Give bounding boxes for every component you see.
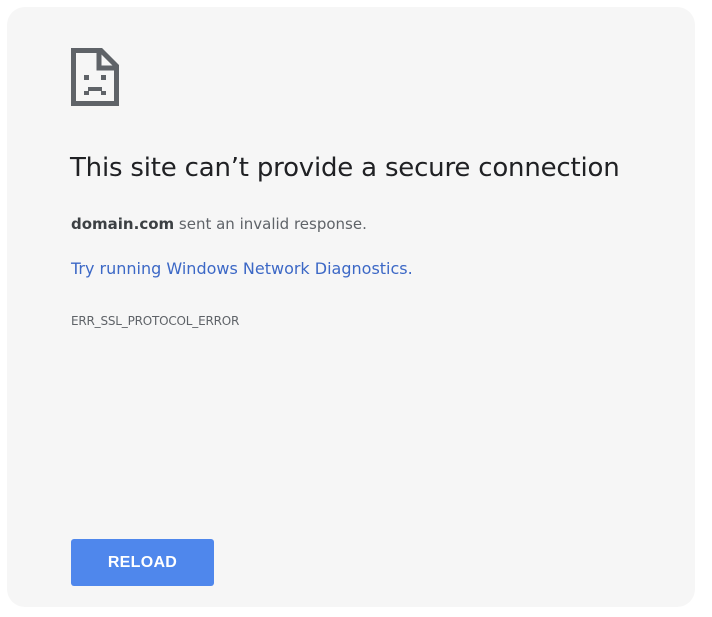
error-code: ERR_SSL_PROTOCOL_ERROR xyxy=(71,314,240,328)
error-domain: domain.com xyxy=(71,215,175,233)
sad-document-icon xyxy=(71,48,119,106)
error-title: This site can’t provide a secure connect… xyxy=(70,153,620,183)
error-detail: domain.com sent an invalid response. xyxy=(71,215,367,233)
error-page-card: This site can’t provide a secure connect… xyxy=(7,7,695,607)
error-detail-message: sent an invalid response. xyxy=(174,215,367,233)
network-diagnostics-link[interactable]: Try running Windows Network Diagnostics. xyxy=(71,259,413,278)
reload-button[interactable]: RELOAD xyxy=(71,539,214,586)
